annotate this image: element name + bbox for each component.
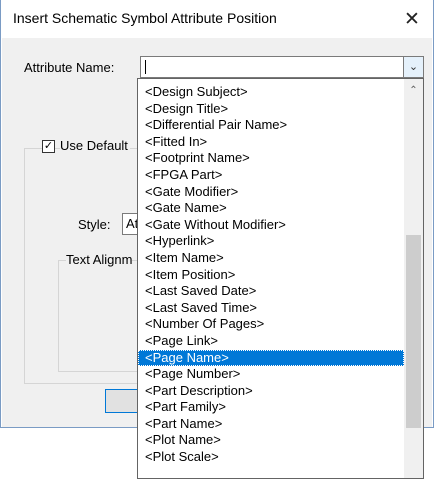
dropdown-item[interactable]: <Part Family> [138, 399, 404, 416]
scrollbar-thumb[interactable] [406, 235, 421, 428]
dropdown-item[interactable]: <Last Saved Date> [138, 283, 404, 300]
dropdown-items: <Design Subject> <Design Title> <Different… [138, 84, 404, 466]
title-bar: Insert Schematic Symbol Attribute Positi… [1, 0, 433, 38]
dropdown-item[interactable]: <Page Number> [138, 366, 404, 383]
dropdown-item[interactable]: <Page Name> [138, 349, 404, 367]
dropdown-item[interactable]: <Gate Without Modifier> [138, 217, 404, 234]
dropdown-item[interactable]: <Fitted In> [138, 134, 404, 151]
attribute-dropdown-list[interactable]: <Design Subject> <Design Title> <Different… [137, 78, 424, 479]
dropdown-item[interactable]: <Part Description> [138, 383, 404, 400]
attribute-name-label: Attribute Name: [24, 60, 115, 75]
dropdown-item[interactable]: <Part Name> [138, 416, 404, 433]
dropdown-item[interactable]: <Design Title> [138, 101, 404, 118]
text-alignment-label: Text Alignm [66, 252, 133, 267]
attribute-name-combobox[interactable] [140, 56, 404, 78]
dropdown-item[interactable]: <Design Subject> [138, 84, 404, 101]
dropdown-item[interactable]: <Differential Pair Name> [138, 117, 404, 134]
dropdown-item[interactable]: <Plot Name> [138, 432, 404, 449]
style-label: Style: [78, 217, 111, 232]
dropdown-item[interactable]: <Item Position> [138, 267, 404, 284]
close-icon[interactable]: ✕ [397, 6, 427, 34]
chevron-down-icon: ⌄ [408, 61, 419, 73]
dropdown-button[interactable]: ⌄ [404, 56, 424, 78]
use-default-checkbox[interactable]: ✓ [42, 140, 55, 153]
text-cursor [145, 60, 146, 74]
dropdown-item[interactable]: <Plot Scale> [138, 449, 404, 466]
scroll-up-icon[interactable]: ⌃ [404, 83, 423, 99]
dropdown-item[interactable]: <Gate Name> [138, 200, 404, 217]
vertical-scrollbar[interactable]: ⌃ [404, 79, 423, 478]
dropdown-item[interactable]: <Page Link> [138, 333, 404, 350]
dialog-title: Insert Schematic Symbol Attribute Positi… [13, 10, 277, 26]
dropdown-item[interactable]: <Footprint Name> [138, 150, 404, 167]
dropdown-item[interactable]: <Gate Modifier> [138, 184, 404, 201]
dropdown-item[interactable]: <Last Saved Time> [138, 300, 404, 317]
text-alignment-group [58, 260, 140, 372]
dropdown-item[interactable]: <Number Of Pages> [138, 316, 404, 333]
checkmark-icon: ✓ [43, 140, 54, 152]
dropdown-item[interactable]: <FPGA Part> [138, 167, 404, 184]
dropdown-item[interactable]: <Item Name> [138, 250, 404, 267]
dropdown-item[interactable]: <Hyperlink> [138, 233, 404, 250]
use-default-label: Use Default [60, 138, 130, 153]
